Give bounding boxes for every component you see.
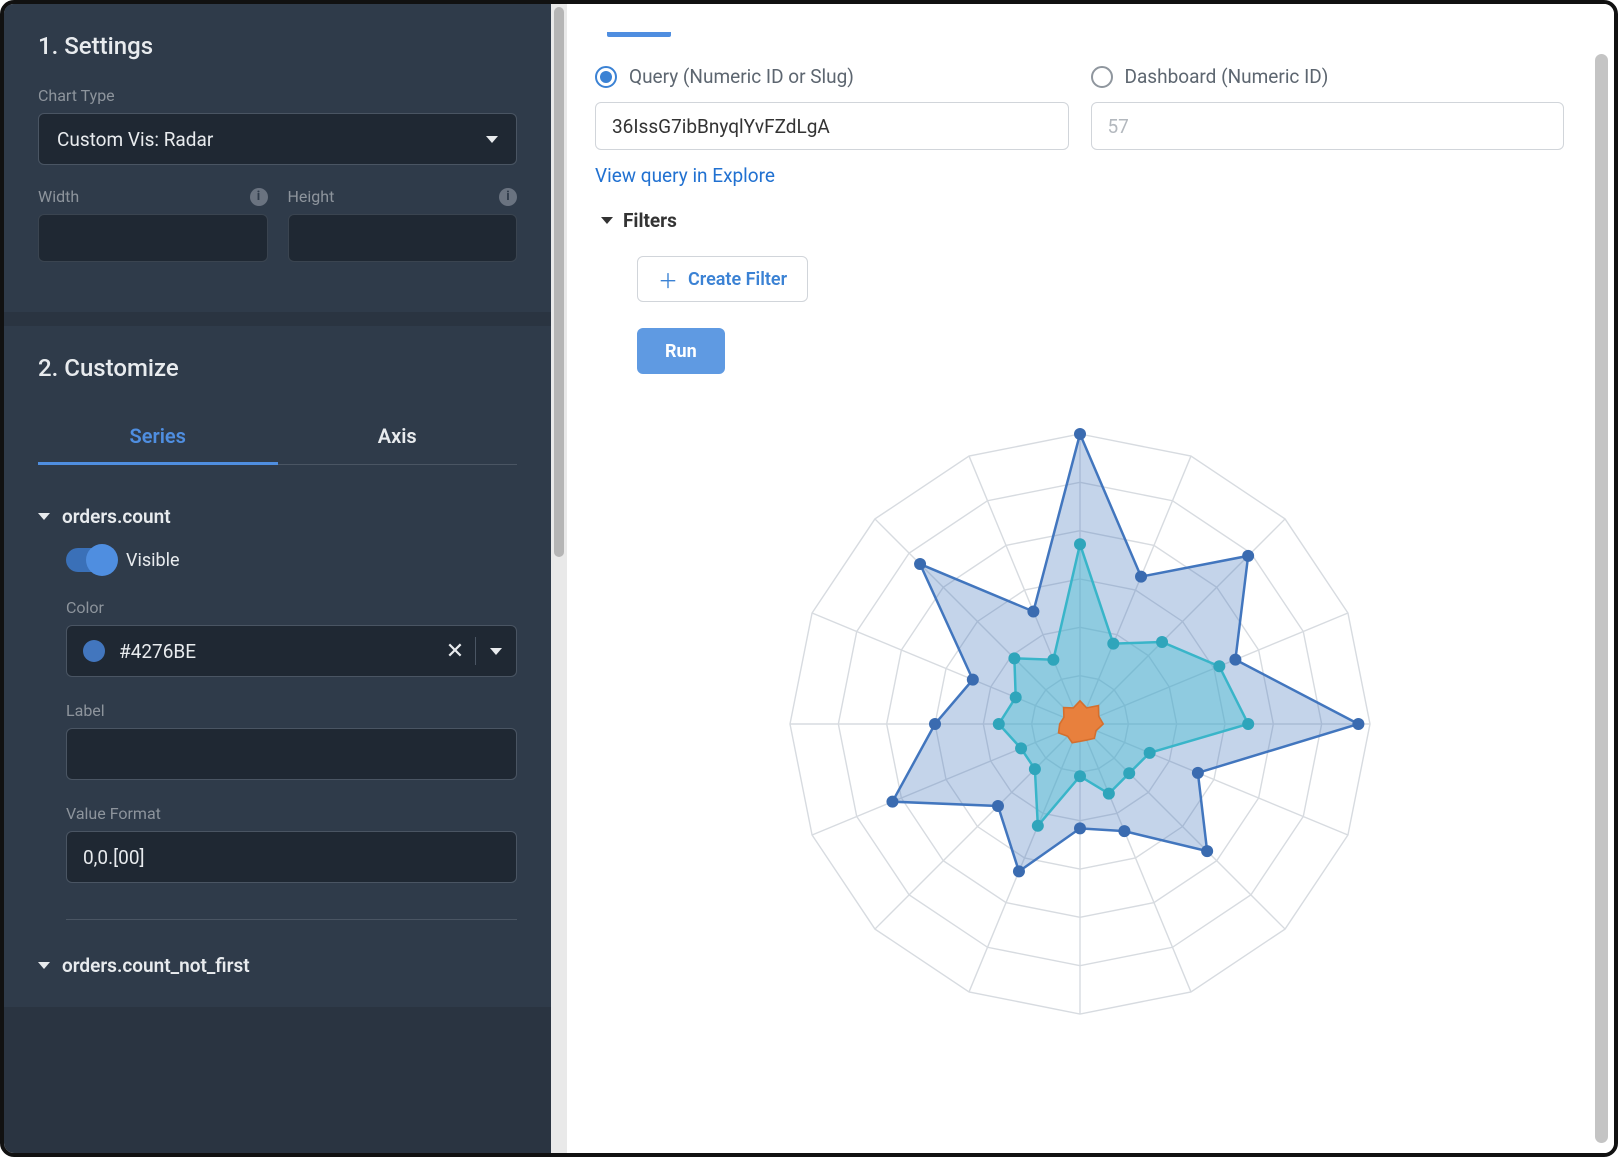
- create-filter-button[interactable]: ＋ Create Filter: [637, 256, 808, 302]
- color-dropdown-toggle[interactable]: [476, 648, 516, 655]
- scrollbar-thumb[interactable]: [554, 7, 564, 557]
- customize-title: 2. Customize: [38, 354, 517, 382]
- dashboard-id-input[interactable]: [1091, 102, 1565, 150]
- caret-down-icon: [601, 217, 613, 224]
- radio-query[interactable]: [595, 66, 617, 88]
- filters-toggle[interactable]: Filters: [601, 209, 1564, 232]
- visible-toggle[interactable]: [66, 548, 112, 572]
- query-radio-label: Query (Numeric ID or Slug): [629, 65, 854, 88]
- chevron-down-icon: [490, 648, 502, 655]
- radio-dashboard[interactable]: [1091, 66, 1113, 88]
- value-format-label: Value Format: [66, 804, 517, 823]
- tab-series[interactable]: Series: [38, 408, 278, 464]
- view-in-explore-link[interactable]: View query in Explore: [595, 164, 775, 187]
- settings-section: 1. Settings Chart Type Custom Vis: Radar…: [4, 4, 551, 312]
- plus-icon: ＋: [658, 265, 678, 294]
- chart-type-label: Chart Type: [38, 86, 517, 105]
- divider: [66, 919, 517, 920]
- run-label: Run: [665, 341, 697, 362]
- caret-down-icon: [38, 962, 50, 969]
- width-label: Width: [38, 187, 79, 206]
- filters-title: Filters: [623, 209, 677, 232]
- run-button[interactable]: Run: [637, 328, 725, 374]
- radar-chart: [595, 404, 1564, 1044]
- value-format-input[interactable]: [66, 831, 517, 883]
- label-label: Label: [66, 701, 517, 720]
- active-tab-indicator: [607, 32, 671, 37]
- settings-title: 1. Settings: [38, 32, 517, 60]
- height-label: Height: [288, 187, 335, 206]
- series-toggle[interactable]: orders.count_not_first: [38, 954, 517, 977]
- caret-down-icon: [38, 513, 50, 520]
- series-toggle[interactable]: orders.count: [38, 505, 517, 528]
- color-select[interactable]: #4276BE ✕: [66, 625, 517, 677]
- chart-type-value: Custom Vis: Radar: [57, 128, 213, 151]
- app-frame: 1. Settings Chart Type Custom Vis: Radar…: [0, 0, 1618, 1157]
- series-name: orders.count: [62, 505, 171, 528]
- series-item: orders.count_not_first: [38, 954, 517, 977]
- switch-knob: [86, 544, 118, 576]
- series-item: orders.count Visible Color: [38, 505, 517, 920]
- chevron-down-icon: [486, 136, 498, 143]
- dashboard-radio-label: Dashboard (Numeric ID): [1125, 65, 1329, 88]
- info-icon[interactable]: i: [250, 188, 268, 206]
- color-value: #4276BE: [119, 640, 435, 663]
- scrollbar-thumb[interactable]: [1595, 54, 1608, 1143]
- create-filter-label: Create Filter: [688, 269, 787, 290]
- main-panel: Query (Numeric ID or Slug) Dashboard (Nu…: [567, 4, 1614, 1153]
- radio-dot-icon: [600, 71, 612, 83]
- tab-axis[interactable]: Axis: [278, 408, 518, 464]
- color-swatch: [83, 640, 105, 662]
- color-label: Color: [66, 598, 517, 617]
- chart-type-select[interactable]: Custom Vis: Radar: [38, 113, 517, 165]
- series-name: orders.count_not_first: [62, 954, 250, 977]
- info-icon[interactable]: i: [499, 188, 517, 206]
- visible-label: Visible: [126, 550, 180, 571]
- sidebar: 1. Settings Chart Type Custom Vis: Radar…: [4, 4, 567, 1153]
- query-source-radio[interactable]: Query (Numeric ID or Slug): [595, 65, 1069, 88]
- customize-section: 2. Customize Series Axis orders.count: [4, 326, 551, 1007]
- label-input[interactable]: [66, 728, 517, 780]
- customize-tabs: Series Axis: [38, 408, 517, 465]
- clear-icon[interactable]: ✕: [435, 639, 475, 664]
- main-scrollbar[interactable]: [1595, 54, 1608, 1143]
- width-input[interactable]: [38, 214, 268, 262]
- sidebar-scrollbar[interactable]: [551, 4, 567, 1153]
- dashboard-source-radio[interactable]: Dashboard (Numeric ID): [1091, 65, 1565, 88]
- height-input[interactable]: [288, 214, 518, 262]
- query-id-input[interactable]: [595, 102, 1069, 150]
